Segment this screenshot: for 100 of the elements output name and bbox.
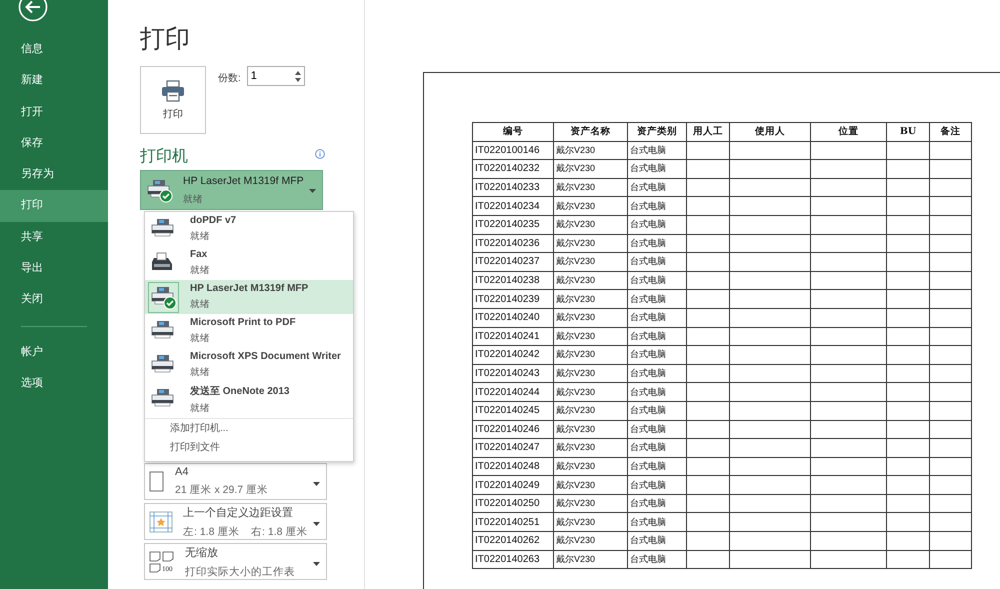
table-cell: 戴尔V230 xyxy=(554,327,628,346)
table-cell: 台式电脑 xyxy=(628,550,686,569)
table-cell: IT0220140263 xyxy=(472,550,554,569)
sidebar-item[interactable]: 新建 xyxy=(0,65,108,97)
table-cell: IT0220140247 xyxy=(472,438,554,458)
table-cell: 台式电脑 xyxy=(628,196,686,216)
dropdown-caret-icon xyxy=(313,482,320,486)
printer-option[interactable]: 发送至 OneNote 2013 就绪 xyxy=(145,382,353,416)
sidebar-item[interactable]: 关闭 xyxy=(0,284,108,316)
table-cell: IT0220140239 xyxy=(472,290,554,308)
table-cell: 台式电脑 xyxy=(628,494,686,513)
table-cell: 台式电脑 xyxy=(628,290,686,308)
table-cell: IT0220140240 xyxy=(472,308,554,328)
printer-dropdown[interactable]: HP LaserJet M1319f MFP 就绪 xyxy=(140,170,323,210)
table-cell: 台式电脑 xyxy=(628,364,686,383)
sidebar-item[interactable]: 导出 xyxy=(0,253,108,284)
table-cell: 戴尔V230 xyxy=(554,364,628,383)
table-cell: 台式电脑 xyxy=(628,346,686,364)
copies-label: 份数: xyxy=(218,72,241,85)
table-cell: 台式电脑 xyxy=(628,234,686,253)
sidebar-item[interactable]: 帐户 xyxy=(0,336,108,368)
printer-option[interactable]: Microsoft Print to PDF 就绪 xyxy=(145,314,353,348)
table-cell: IT0220140235 xyxy=(472,215,554,234)
table-cell: 戴尔V230 xyxy=(554,457,628,476)
up-arrow-icon[interactable] xyxy=(294,70,301,74)
table-cell: 戴尔V230 xyxy=(554,512,628,532)
table-cell: 戴尔V230 xyxy=(554,494,628,513)
column-header: 位置 xyxy=(810,122,886,142)
table-cell: 台式电脑 xyxy=(628,141,686,160)
table-cell: 台式电脑 xyxy=(628,160,686,178)
table-cell: 台式电脑 xyxy=(628,327,686,346)
table-cell: 台式电脑 xyxy=(628,401,686,420)
sidebar-item[interactable]: 保存 xyxy=(0,128,108,160)
printer-icon xyxy=(161,80,185,102)
dropdown-caret-icon xyxy=(313,562,320,566)
table-cell: IT0220140242 xyxy=(472,346,554,364)
page-icon xyxy=(149,470,165,492)
printer-option[interactable]: HP LaserJet M1319f MFP 就绪 xyxy=(145,280,353,314)
table-cell: IT0220140241 xyxy=(472,327,554,346)
sidebar-item[interactable]: 共享 xyxy=(0,222,108,254)
setting-dropdown[interactable]: A4 21 厘米 x 29.7 厘米 xyxy=(144,463,327,500)
dropdown-caret-icon xyxy=(313,522,320,526)
sidebar-item[interactable]: 选项 xyxy=(0,368,108,400)
table-cell: 台式电脑 xyxy=(628,215,686,234)
section-heading: 打印机 xyxy=(140,146,188,167)
table-cell: 戴尔V230 xyxy=(554,532,628,550)
printer-option[interactable]: Microsoft XPS Document Writer 就绪 xyxy=(145,348,353,382)
table-cell: IT0220140236 xyxy=(472,234,554,253)
margins-icon xyxy=(149,510,173,532)
table-cell: IT0220140251 xyxy=(472,512,554,532)
table-cell: 台式电脑 xyxy=(628,438,686,458)
table-cell: IT0220140248 xyxy=(472,457,554,476)
table-cell: 戴尔V230 xyxy=(554,178,628,197)
column-header: 资产类别 xyxy=(628,122,686,142)
table-cell: 戴尔V230 xyxy=(554,271,628,290)
table-cell: 台式电脑 xyxy=(628,308,686,328)
table-cell: 戴尔V230 xyxy=(554,196,628,216)
printer-option[interactable]: doPDF v7 就绪 xyxy=(145,212,353,246)
table-cell: IT0220140250 xyxy=(472,494,554,513)
menu-action[interactable]: 添加打印机... xyxy=(145,419,353,438)
printer-check-icon xyxy=(146,177,173,203)
menu-action[interactable]: 打印到文件 xyxy=(145,438,353,457)
printer-option[interactable]: Fax 就绪 xyxy=(145,246,353,280)
sidebar-item[interactable]: 信息 xyxy=(0,34,108,66)
table-cell: 台式电脑 xyxy=(628,476,686,494)
table-cell: 台式电脑 xyxy=(628,252,686,272)
table-cell: 戴尔V230 xyxy=(554,476,628,494)
copies-spinner[interactable]: 1 xyxy=(246,66,305,86)
column-header: 备注 xyxy=(930,122,972,142)
table-cell: IT0220140249 xyxy=(472,476,554,494)
print-button[interactable]: 打印 xyxy=(140,66,206,134)
table-cell: IT0220140243 xyxy=(472,364,554,383)
table-cell: 戴尔V230 xyxy=(554,215,628,234)
column-header: BU xyxy=(886,122,930,142)
table-cell: 台式电脑 xyxy=(628,532,686,550)
sidebar-item[interactable]: 另存为 xyxy=(0,159,108,190)
table-cell: 戴尔V230 xyxy=(554,308,628,328)
info-icon[interactable] xyxy=(315,149,325,159)
table-cell: 戴尔V230 xyxy=(554,420,628,439)
table-cell: 戴尔V230 xyxy=(554,438,628,458)
back-icon[interactable] xyxy=(18,0,48,22)
table-cell: 台式电脑 xyxy=(628,420,686,439)
table-cell: IT0220140245 xyxy=(472,401,554,420)
table-cell: IT0220140246 xyxy=(472,420,554,439)
sidebar-item[interactable]: 打开 xyxy=(0,96,108,128)
table-cell: IT0220100146 xyxy=(472,141,554,160)
table-cell: 戴尔V230 xyxy=(554,234,628,253)
sidebar-item[interactable]: 打印 xyxy=(0,190,108,222)
table-cell: IT0220140237 xyxy=(472,252,554,272)
table-cell: 戴尔V230 xyxy=(554,141,628,160)
dropdown-caret-icon xyxy=(309,189,316,193)
table-cell: IT0220140232 xyxy=(472,160,554,178)
setting-dropdown[interactable]: 上一个自定义边距设置 左: 1.8 厘米 右: 1.8 厘米 xyxy=(144,503,327,540)
table-cell: IT0220140238 xyxy=(472,271,554,290)
table-cell: 戴尔V230 xyxy=(554,290,628,308)
table-cell: IT0220140233 xyxy=(472,178,554,197)
table-cell: 戴尔V230 xyxy=(554,346,628,364)
table-cell: 台式电脑 xyxy=(628,271,686,290)
down-arrow-icon[interactable] xyxy=(294,78,301,82)
table-cell: 戴尔V230 xyxy=(554,382,628,402)
